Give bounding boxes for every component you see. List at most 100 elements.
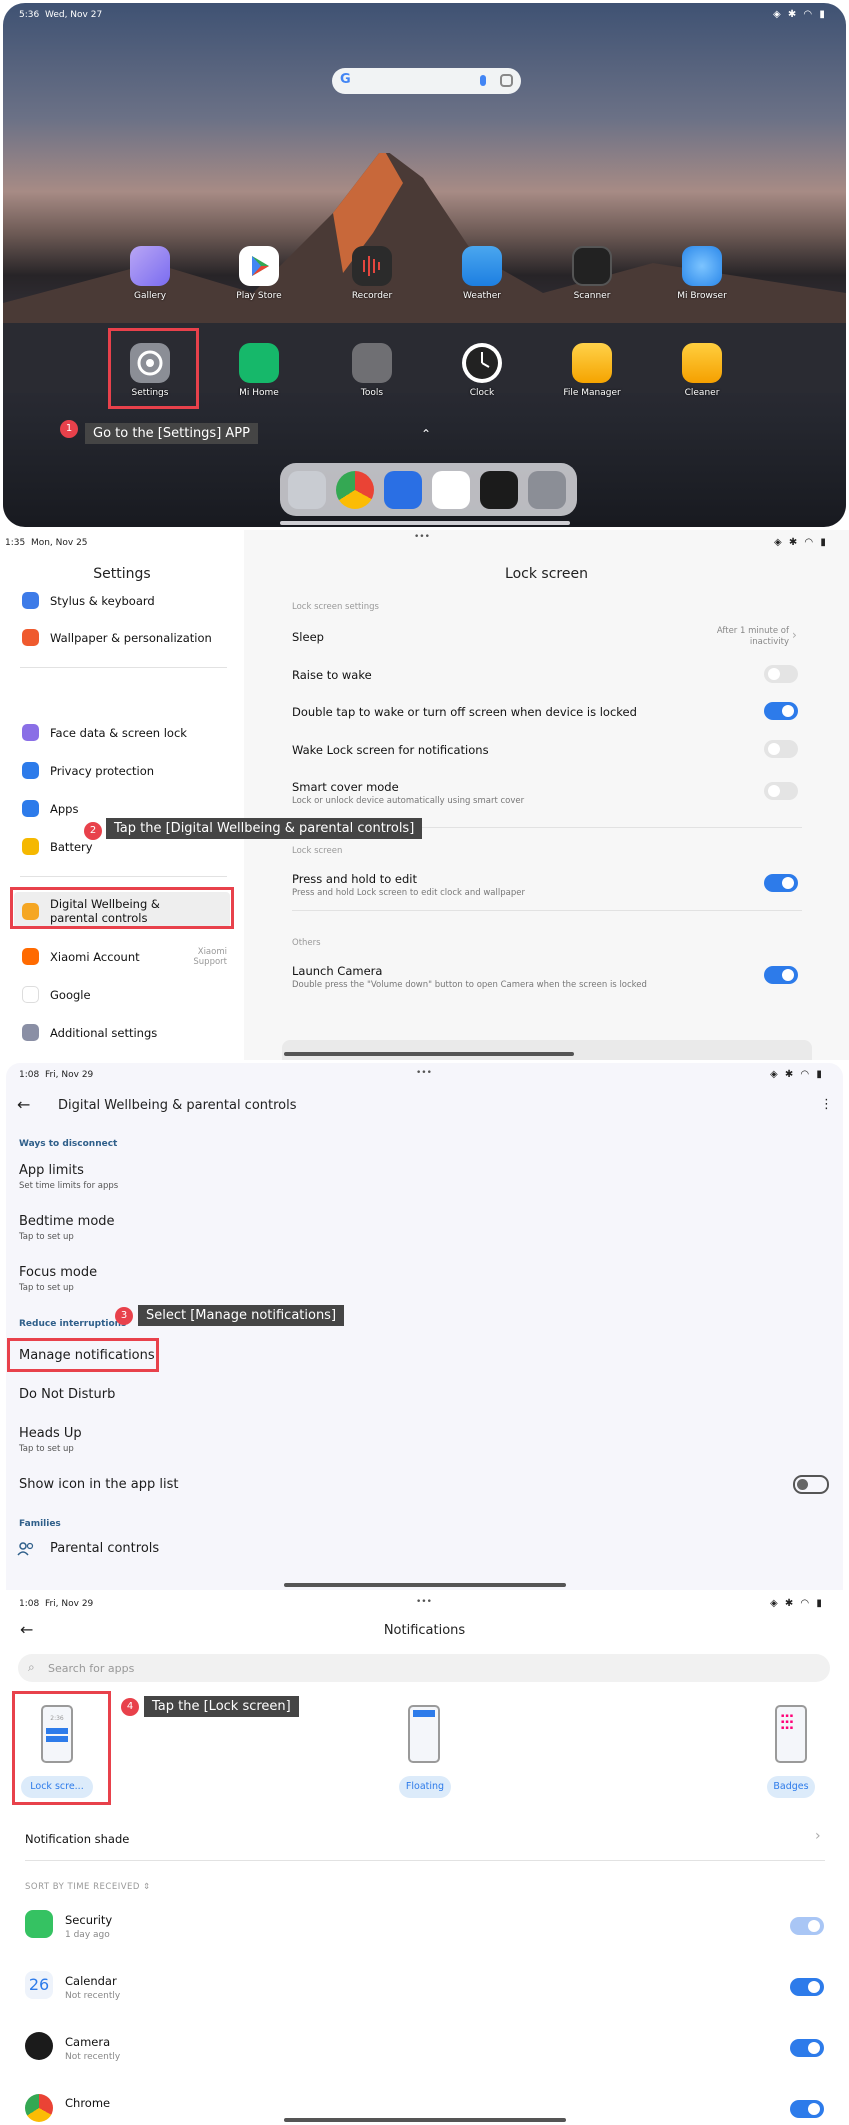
app-sub: 1 day ago [65,1930,110,1940]
double-tap-row[interactable]: Double tap to wake or turn off screen wh… [292,705,802,719]
home-indicator [284,2118,566,2122]
app-row-calendar[interactable]: Calendar Not recently [65,1974,120,2001]
settings-lock-screen-panel: 1:35 Mon, Nov 25 Settings Stylus & keybo… [0,530,849,1060]
highlight-manage-notifications [7,1338,159,1372]
heads-up-row[interactable]: Heads Up Tap to set up [19,1426,82,1454]
row-title: Smart cover mode [292,780,399,794]
app-label: Cleaner [684,388,720,398]
chrome-toggle[interactable] [790,2100,824,2118]
status-time: 1:08 Fri, Nov 29 [19,1070,94,1080]
google-icon [22,986,39,1003]
digital-wellbeing-panel: 1:08 Fri, Nov 29 ••• ◈ ✱ ◠ ▮ ← Digital W… [0,1060,849,1590]
app-gallery[interactable]: Gallery [110,246,190,301]
app-mi-home[interactable]: Mi Home [219,343,299,398]
app-cleaner[interactable]: Cleaner [662,343,742,398]
badges-preview[interactable]: ▪▪▪ ▪▪▪ ▪▪▪ [775,1705,807,1763]
app-mi-browser[interactable]: Mi Browser [662,246,742,301]
row-title: Bedtime mode [19,1214,115,1229]
app-row-camera[interactable]: Camera Not recently [65,2035,120,2062]
app-recorder[interactable]: Recorder [332,246,412,301]
divider [20,876,227,877]
app-label: File Manager [563,388,621,398]
app-name: Chrome [65,2096,111,2110]
sort-label: SORT BY TIME RECEIVED [25,1882,140,1892]
sidebar-item-label: Additional settings [50,1026,158,1040]
highlight-settings [108,328,199,409]
show-icon-row[interactable]: Show icon in the app list [19,1477,178,1492]
wake-notifications-toggle[interactable] [764,740,798,758]
google-search-widget[interactable]: G [332,68,521,94]
app-scanner[interactable]: Scanner [552,246,632,301]
sidebar-title: Settings [93,566,151,582]
parental-controls-row[interactable]: Parental controls [50,1541,159,1556]
smart-cover-toggle[interactable] [764,782,798,800]
focus-mode-row[interactable]: Focus mode Tap to set up [19,1265,97,1293]
bedtime-mode-row[interactable]: Bedtime mode Tap to set up [19,1214,115,1242]
more-dots-icon[interactable]: ••• [414,532,430,542]
mic-icon[interactable] [480,75,486,86]
phone-mirror-icon[interactable] [288,471,326,509]
sidebar-item-label: Face data & screen lock [50,726,187,740]
chevron-up-icon[interactable]: ⌃ [421,427,431,441]
show-icon-toggle[interactable] [793,1475,829,1494]
messages-icon[interactable] [384,471,422,509]
instruction-tooltip: Tap the [Lock screen] [144,1696,299,1717]
app-weather[interactable]: Weather [442,246,522,301]
app-row-security[interactable]: Security 1 day ago [65,1913,112,1940]
chrome-icon [25,2094,53,2122]
raise-to-wake-row[interactable]: Raise to wake [292,668,802,682]
sort-row[interactable]: SORT BY TIME RECEIVED ⇕ [25,1882,151,1892]
row-subtitle: Press and hold Lock screen to edit clock… [292,888,525,898]
floating-button[interactable]: Floating [399,1776,451,1798]
row-title: Show icon in the app list [19,1477,179,1492]
page-title: Notifications [383,1623,466,1638]
security-toggle[interactable] [790,1917,824,1935]
do-not-disturb-row[interactable]: Do Not Disturb [19,1387,115,1402]
smart-cover-row[interactable]: Smart cover mode Lock or unlock device au… [292,780,802,806]
back-arrow-icon[interactable]: ← [17,1095,30,1114]
search-bar[interactable]: ⌕ Search for apps [18,1654,830,1682]
sidebar-item-label: Apps [50,802,79,816]
double-tap-toggle[interactable] [764,702,798,720]
press-hold-toggle[interactable] [764,874,798,892]
sleep-value: After 1 minute of inactivity [716,626,789,647]
more-dots-icon[interactable]: ••• [416,1068,432,1078]
lens-icon[interactable] [500,74,513,87]
badges-button[interactable]: Badges [767,1776,815,1798]
app-clock[interactable]: Clock [442,343,522,398]
floating-preview[interactable] [408,1705,440,1763]
notification-shade-row[interactable]: Notification shade [25,1832,129,1846]
xiaomi-icon [22,948,39,965]
camera-toggle[interactable] [790,2039,824,2057]
app-tools[interactable]: Tools [332,343,412,398]
more-dots-icon[interactable]: ••• [416,1597,432,1607]
chevron-right-icon: › [815,1828,821,1844]
wake-notifications-row[interactable]: Wake Lock screen for notifications [292,743,802,757]
settings-dock-icon[interactable] [528,471,566,509]
sort-icon: ⇕ [143,1882,151,1892]
app-play-store[interactable]: Play Store [219,246,299,301]
battery-icon [22,838,39,855]
camera-icon[interactable] [480,471,518,509]
app-limits-row[interactable]: App limits Set time limits for apps [19,1163,118,1191]
home-indicator [284,1583,566,1587]
launch-camera-toggle[interactable] [764,966,798,984]
status-icons: ◈ ✱ ◠ ▮ [773,9,827,20]
chrome-icon[interactable] [336,471,374,509]
scanner-icon [572,246,612,286]
calendar-toggle[interactable] [790,1978,824,1996]
instruction-tooltip: Select [Manage notifications] [138,1305,345,1326]
row-subtitle: Tap to set up [19,1232,74,1242]
raise-to-wake-toggle[interactable] [764,665,798,683]
app-file-manager[interactable]: File Manager [552,343,632,398]
press-hold-row[interactable]: Press and hold to edit Press and hold Loc… [292,872,802,898]
camera-icon [25,2032,53,2060]
play-games-icon[interactable] [432,471,470,509]
app-label: Play Store [236,291,282,301]
app-sub: Not recently [65,1991,121,2001]
overflow-menu-icon[interactable]: ⋮ [820,1097,833,1112]
app-label: Mi Home [239,388,279,398]
section-header: Families [19,1519,61,1529]
launch-camera-row[interactable]: Launch Camera Double press the "Volume do… [292,964,802,990]
app-row-chrome[interactable]: Chrome [65,2096,110,2110]
